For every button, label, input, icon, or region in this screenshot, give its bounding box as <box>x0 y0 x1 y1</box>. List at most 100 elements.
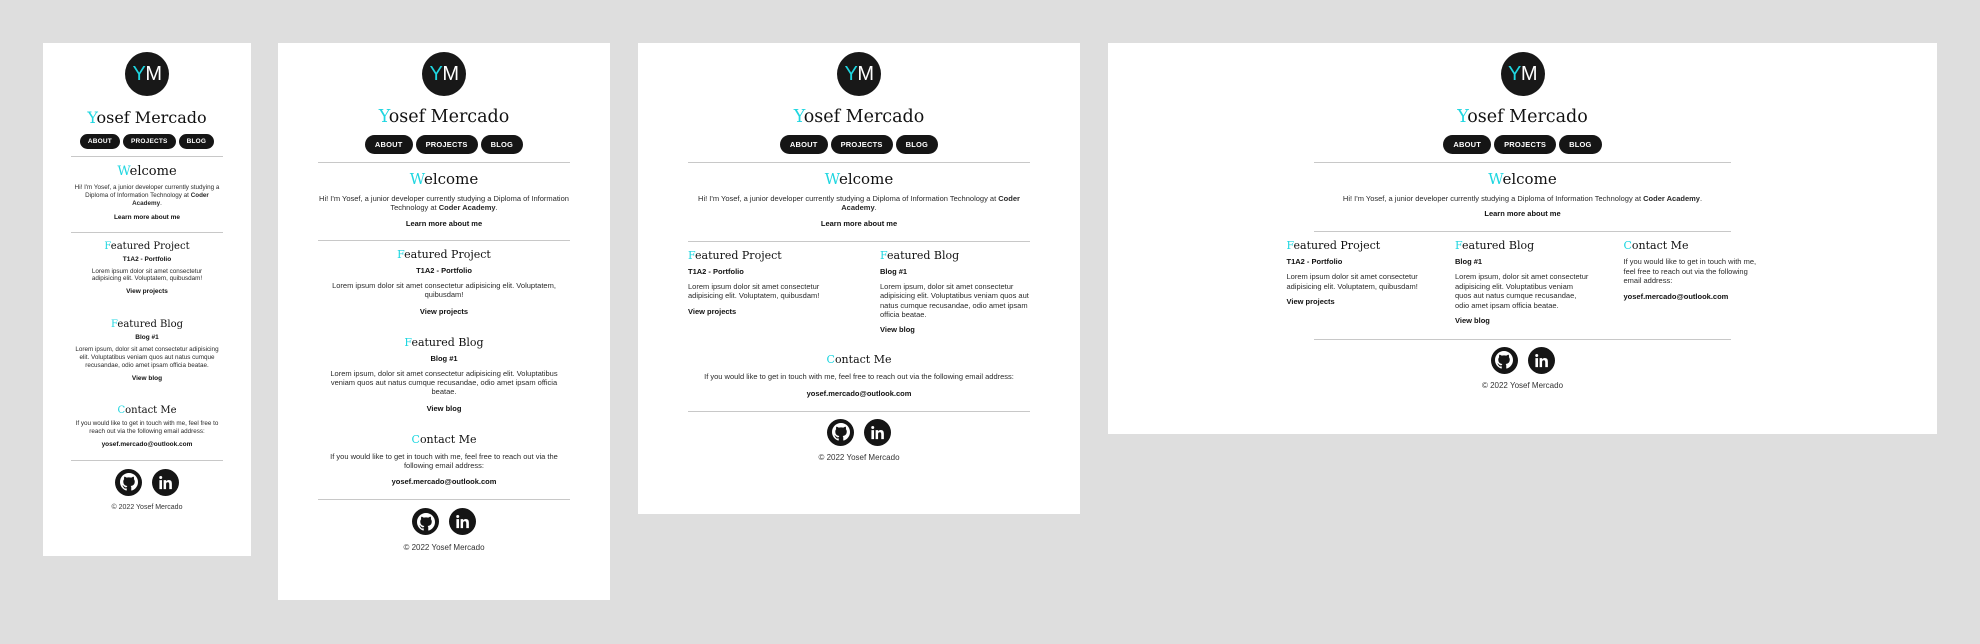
contact-text: If you would like to get in touch with m… <box>330 451 558 470</box>
learn-more-link[interactable]: Learn more about me <box>1484 209 1560 218</box>
site-title: Yosef Mercado <box>793 107 925 127</box>
social-links <box>412 508 476 536</box>
view-projects-link[interactable]: View projects <box>688 307 838 316</box>
featured-project-heading: Featured Project <box>688 248 782 262</box>
blog-subtitle: Blog #1 <box>1455 257 1483 267</box>
view-blog-link[interactable]: View blog <box>880 325 1030 334</box>
welcome-text: Hi! I'm Yosef, a junior developer curren… <box>1342 194 1703 203</box>
logo-avatar[interactable]: YM <box>422 52 466 96</box>
project-subtitle: T1A2 - Portfolio <box>416 265 472 275</box>
divider <box>318 499 570 501</box>
site-title: Yosef Mercado <box>87 108 207 127</box>
linkedin-icon[interactable] <box>449 508 476 536</box>
welcome-text: Hi! I'm Yosef, a junior developer curren… <box>698 194 1020 213</box>
welcome-text: Hi! I'm Yosef, a junior developer curren… <box>74 184 220 207</box>
featured-project-column: Featured Project T1A2 - Portfolio Lorem … <box>688 249 838 335</box>
featured-blog-heading: Featured Blog <box>111 319 183 331</box>
site-title: Yosef Mercado <box>378 107 510 127</box>
nav-blog-button[interactable]: BLOG <box>178 134 215 149</box>
view-blog-link[interactable]: View blog <box>132 375 162 382</box>
welcome-heading: Welcome <box>1488 170 1557 188</box>
nav-projects-button[interactable]: PROJECTS <box>415 135 478 154</box>
blog-subtitle: Blog #1 <box>430 353 458 363</box>
copyright-text: © 2022 Yosef Mercado <box>111 503 183 511</box>
blog-text: Lorem ipsum, dolor sit amet consectetur … <box>75 346 219 370</box>
nav-projects-button[interactable]: PROJECTS <box>122 134 176 149</box>
welcome-text: Hi! I'm Yosef, a junior developer curren… <box>319 194 569 213</box>
nav-blog-button[interactable]: BLOG <box>895 135 939 154</box>
nav-blog-button[interactable]: BLOG <box>1559 135 1602 154</box>
copyright-text: © 2022 Yosef Mercado <box>1481 380 1564 390</box>
welcome-heading: Welcome <box>824 170 894 188</box>
social-links <box>1490 346 1555 374</box>
nav-about-button[interactable]: ABOUT <box>779 135 828 154</box>
featured-columns: Featured Project T1A2 - Portfolio Lorem … <box>688 249 1030 335</box>
divider <box>688 240 1030 242</box>
github-icon[interactable] <box>115 468 142 496</box>
contact-heading: Contact Me <box>1623 239 1689 253</box>
github-icon[interactable] <box>1490 346 1518 374</box>
contact-email[interactable]: yosef.mercado@outlook.com <box>1624 292 1759 301</box>
view-blog-link[interactable]: View blog <box>1455 316 1590 325</box>
desktop-preview-frame: YM Yosef Mercado ABOUT PROJECTS BLOG Wel… <box>638 43 1080 514</box>
logo-avatar[interactable]: YM <box>125 52 169 96</box>
featured-project-heading: Featured Project <box>104 240 190 252</box>
site-title: Yosef Mercado <box>1457 107 1588 127</box>
divider <box>1314 231 1731 233</box>
project-subtitle: T1A2 - Portfolio <box>1286 257 1343 267</box>
project-text: Lorem ipsum dolor sit amet consectetur a… <box>688 281 820 301</box>
view-projects-link[interactable]: View projects <box>1287 297 1422 306</box>
linkedin-icon[interactable] <box>1527 346 1555 374</box>
divider <box>1314 338 1731 340</box>
github-icon[interactable] <box>412 508 439 536</box>
contact-email[interactable]: yosef.mercado@outlook.com <box>102 441 193 448</box>
nav-about-button[interactable]: ABOUT <box>79 134 120 149</box>
featured-blog-heading: Featured Blog <box>880 248 960 262</box>
nav-projects-button[interactable]: PROJECTS <box>830 135 893 154</box>
contact-email[interactable]: yosef.mercado@outlook.com <box>392 477 497 486</box>
featured-blog-column: Featured Blog Blog #1 Lorem ipsum, dolor… <box>1455 239 1590 325</box>
divider <box>71 156 223 157</box>
linkedin-icon[interactable] <box>864 418 891 446</box>
view-blog-link[interactable]: View blog <box>427 404 462 413</box>
github-icon[interactable] <box>827 418 854 446</box>
main-nav: ABOUT PROJECTS BLOG <box>779 135 939 154</box>
copyright-text: © 2022 Yosef Mercado <box>403 543 485 553</box>
blog-subtitle: Blog #1 <box>135 334 159 342</box>
featured-project-heading: Featured Project <box>1286 239 1381 253</box>
divider <box>71 231 223 233</box>
nav-about-button[interactable]: ABOUT <box>364 135 413 154</box>
divider <box>688 162 1030 163</box>
contact-email[interactable]: yosef.mercado@outlook.com <box>807 389 912 398</box>
project-text: Lorem ipsum dolor sit amet consectetur a… <box>91 267 203 283</box>
nav-projects-button[interactable]: PROJECTS <box>1494 135 1557 154</box>
featured-blog-heading: Featured Blog <box>1455 239 1535 253</box>
main-nav: ABOUT PROJECTS BLOG <box>364 135 524 154</box>
nav-blog-button[interactable]: BLOG <box>480 135 524 154</box>
nav-about-button[interactable]: ABOUT <box>1443 135 1492 154</box>
blog-subtitle: Blog #1 <box>880 266 908 276</box>
social-links <box>827 418 891 446</box>
divider <box>688 410 1030 412</box>
view-projects-link[interactable]: View projects <box>420 307 468 316</box>
logo-avatar[interactable]: YM <box>837 52 881 96</box>
logo-avatar[interactable]: YM <box>1500 52 1545 96</box>
featured-blog-heading: Featured Blog <box>404 335 484 349</box>
divider <box>71 459 223 461</box>
wide-desktop-preview-frame: YM Yosef Mercado ABOUT PROJECTS BLOG Wel… <box>1108 43 1937 434</box>
featured-columns: Featured Project T1A2 - Portfolio Lorem … <box>1287 239 1759 325</box>
project-text: Lorem ipsum dolor sit amet consectetur a… <box>332 280 556 300</box>
featured-project-column: Featured Project T1A2 - Portfolio Lorem … <box>1287 239 1422 325</box>
learn-more-link[interactable]: Learn more about me <box>406 219 482 228</box>
view-projects-link[interactable]: View projects <box>126 288 168 295</box>
project-subtitle: T1A2 - Portfolio <box>122 255 172 263</box>
contact-text: If you would like to get in touch with m… <box>1623 257 1757 286</box>
contact-heading: Contact Me <box>117 404 177 416</box>
learn-more-link[interactable]: Learn more about me <box>821 219 897 228</box>
learn-more-link[interactable]: Learn more about me <box>114 214 180 221</box>
blog-text: Lorem ipsum, dolor sit amet consectetur … <box>880 281 1029 319</box>
divider <box>318 162 570 163</box>
contact-text: If you would like to get in touch with m… <box>75 419 219 435</box>
linkedin-icon[interactable] <box>152 468 179 496</box>
main-nav: ABOUT PROJECTS BLOG <box>79 134 215 149</box>
